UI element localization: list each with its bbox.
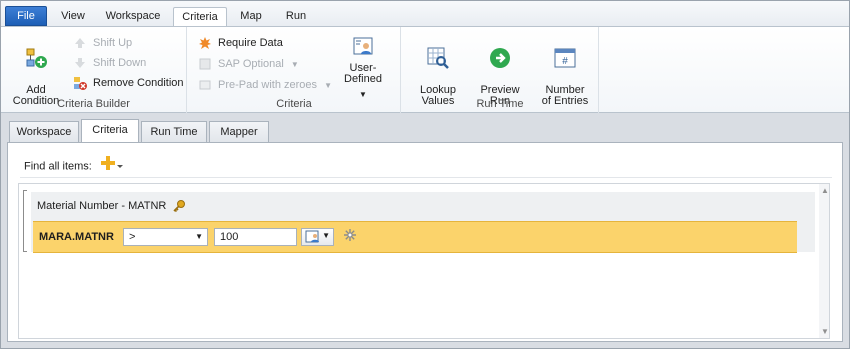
operator-select[interactable]: > ▼ xyxy=(123,228,208,246)
chevron-down-icon: ▼ xyxy=(322,231,330,240)
pre-pad-button[interactable]: Pre-Pad with zeroes ▼ xyxy=(198,77,332,93)
shift-up-icon xyxy=(75,38,85,48)
ribbon-tab-row: File View Workspace Criteria Map Run xyxy=(1,1,849,27)
vertical-scrollbar[interactable]: ▲ ▼ xyxy=(819,184,829,338)
doc-tab-mapper[interactable]: Mapper xyxy=(209,121,269,142)
doc-tab-run-time[interactable]: Run Time xyxy=(141,121,207,142)
shift-down-label: Shift Down xyxy=(93,57,147,69)
find-all-items-row: Find all items: xyxy=(24,155,123,175)
chevron-down-icon: ▼ xyxy=(195,232,203,241)
tab-workspace[interactable]: Workspace xyxy=(99,7,167,26)
required-asterisk-icon[interactable] xyxy=(343,228,357,242)
tab-criteria[interactable]: Criteria xyxy=(173,7,227,27)
shift-up-button[interactable]: Shift Up xyxy=(73,35,132,51)
scroll-up-icon[interactable]: ▲ xyxy=(821,186,829,195)
pre-pad-icon xyxy=(199,80,211,90)
remove-condition-button[interactable]: Remove Condition xyxy=(73,75,184,91)
conditions-scroll-area: Material Number - MATNR MARA.MATNR > ▼ 1… xyxy=(18,183,830,339)
remove-condition-label: Remove Condition xyxy=(93,77,184,89)
scroll-down-icon[interactable]: ▼ xyxy=(821,327,829,336)
operator-value: > xyxy=(129,231,136,243)
ribbon: Add Condition Shift Up Shift Down Remove… xyxy=(1,26,849,113)
group-criteria-builder: Add Condition Shift Up Shift Down Remove… xyxy=(1,27,187,113)
require-data-icon xyxy=(199,37,211,49)
group-label-run-time: Run Time xyxy=(476,98,524,110)
condition-title: Material Number - MATNR xyxy=(37,199,186,213)
tab-run[interactable]: Run xyxy=(277,7,315,26)
user-defined-button[interactable]: User-Defined ▼ xyxy=(332,35,394,100)
number-of-entries-icon: # xyxy=(554,48,576,68)
group-criteria: Require Data SAP Optional ▼ Pre-Pad with… xyxy=(188,27,401,113)
shift-down-icon xyxy=(75,58,85,68)
group-label-criteria: Criteria xyxy=(276,98,312,110)
lookup-values-button[interactable]: Lookup Values xyxy=(414,35,462,107)
value-input[interactable]: 100 xyxy=(214,228,297,246)
preview-run-icon xyxy=(490,48,510,68)
user-defined-icon xyxy=(353,37,373,55)
user-defined-label: User-Defined xyxy=(344,62,382,85)
document-tabs: Workspace Criteria Run Time Mapper xyxy=(1,114,849,142)
app-window: File View Workspace Criteria Map Run Add… xyxy=(0,0,850,349)
svg-text:#: # xyxy=(562,56,568,67)
lookup-values-icon xyxy=(427,47,449,69)
tab-file[interactable]: File xyxy=(5,6,47,26)
sap-optional-button[interactable]: SAP Optional ▼ xyxy=(198,56,299,72)
user-defined-value-icon xyxy=(305,230,319,243)
tab-map[interactable]: Map xyxy=(231,7,271,26)
number-of-entries-button[interactable]: # Number of Entries xyxy=(538,35,592,107)
condition-group: Material Number - MATNR MARA.MATNR > ▼ 1… xyxy=(31,192,815,253)
add-condition-icon xyxy=(26,48,47,68)
add-condition-button[interactable]: Add Condition xyxy=(9,35,63,107)
condition-title-text: Material Number - MATNR xyxy=(37,200,167,212)
require-data-label: Require Data xyxy=(218,37,283,49)
tab-view[interactable]: View xyxy=(53,7,93,26)
condition-row: MARA.MATNR > ▼ 100 ▼ xyxy=(33,221,797,253)
value-text: 100 xyxy=(220,231,239,243)
preview-run-button[interactable]: Preview Run xyxy=(474,35,526,107)
sap-optional-icon xyxy=(199,58,211,70)
group-run-time: Lookup Values Preview Run # Number of En… xyxy=(402,27,599,113)
criteria-panel: Find all items: Material Number - MATNR xyxy=(7,142,843,342)
sap-optional-label: SAP Optional xyxy=(218,58,284,70)
divider xyxy=(20,177,832,178)
require-data-button[interactable]: Require Data xyxy=(198,35,283,51)
add-item-button[interactable] xyxy=(100,155,123,178)
group-bracket-left xyxy=(23,190,27,252)
sap-optional-dropdown-icon: ▼ xyxy=(290,60,299,69)
condition-field: MARA.MATNR xyxy=(39,231,114,243)
shift-up-label: Shift Up xyxy=(93,37,133,49)
plus-dropdown-icon xyxy=(100,156,123,170)
remove-condition-icon xyxy=(74,77,87,90)
group-label-criteria-builder: Criteria Builder xyxy=(57,98,130,110)
pre-pad-dropdown-icon: ▼ xyxy=(324,81,333,90)
doc-tab-workspace[interactable]: Workspace xyxy=(9,121,79,142)
key-icon xyxy=(173,200,186,213)
user-defined-value-button[interactable]: ▼ xyxy=(301,228,334,246)
shift-down-button[interactable]: Shift Down xyxy=(73,55,146,71)
pre-pad-label: Pre-Pad with zeroes xyxy=(218,79,318,91)
doc-tab-criteria[interactable]: Criteria xyxy=(81,119,139,142)
find-all-items-label: Find all items: xyxy=(24,160,92,173)
